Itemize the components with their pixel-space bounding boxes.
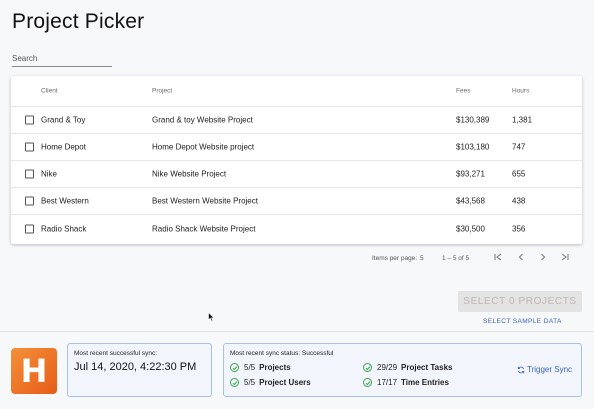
project-cell: Home Depot Website project (152, 142, 255, 152)
first-page-icon[interactable] (492, 252, 504, 265)
sync-stat-projects: 5/5 Projects (230, 363, 291, 372)
row-checkbox[interactable] (25, 115, 34, 125)
harvest-logo: H (11, 348, 57, 394)
client-cell: Best Western (41, 196, 89, 206)
stat-name: Project Tasks (401, 363, 453, 372)
sync-stat-time-entries: 17/17 Time Entries (363, 378, 449, 387)
sync-stat-project-users: 5/5 Project Users (230, 378, 311, 387)
client-cell: Grand & Toy (41, 115, 86, 125)
fees-cell: $43,568 (456, 196, 485, 206)
items-per-page-label: Items per page: (372, 255, 418, 262)
stat-name: Time Entries (401, 378, 449, 387)
page-range-label: 1 – 5 of 5 (442, 255, 470, 262)
stat-count: 5/5 (244, 363, 256, 372)
row-checkbox[interactable] (25, 224, 34, 233)
mouse-pointer-icon (208, 309, 215, 327)
search-input[interactable] (12, 52, 112, 67)
divider (0, 331, 594, 332)
column-header-client[interactable]: Client (41, 88, 58, 95)
select-sample-data-link[interactable]: SELECT SAMPLE DATA (483, 318, 562, 325)
fees-cell: $30,500 (456, 224, 485, 233)
table-row[interactable]: Grand & Toy Grand & toy Website Project … (11, 107, 582, 134)
project-cell: Radio Shack Website Project (152, 224, 256, 233)
row-checkbox[interactable] (25, 169, 34, 179)
sync-status-panel: Most recent sync status: Successful 5/5 … (223, 343, 582, 397)
table-row[interactable]: Nike Nike Website Project $93,271 655 (11, 161, 582, 188)
project-cell: Nike Website Project (152, 169, 227, 179)
last-sync-label: Most recent successful sync: (74, 350, 158, 357)
previous-page-icon[interactable] (515, 252, 527, 265)
check-circle-icon (230, 363, 239, 372)
stat-name: Projects (259, 363, 291, 372)
stat-count: 5/5 (244, 378, 256, 387)
next-page-icon[interactable] (537, 252, 549, 265)
hours-cell: 655 (512, 169, 526, 179)
select-projects-button[interactable]: SELECT 0 PROJECTS (458, 291, 582, 312)
paginator: Items per page: 5 1 – 5 of 5 (0, 252, 594, 266)
client-cell: Nike (41, 169, 58, 179)
last-sync-panel: Most recent successful sync: Jul 14, 202… (67, 343, 212, 397)
client-cell: Radio Shack (41, 224, 87, 233)
row-checkbox[interactable] (25, 196, 34, 206)
client-cell: Home Depot (41, 142, 86, 152)
table-header: Client Project Fees Hours (11, 76, 582, 107)
column-header-project[interactable]: Project (152, 88, 172, 95)
items-per-page-select[interactable]: 5 (420, 255, 424, 262)
check-circle-icon (363, 363, 372, 372)
check-circle-icon (363, 378, 372, 387)
table-row[interactable]: Best Western Best Western Website Projec… (11, 188, 582, 215)
hours-cell: 356 (512, 224, 526, 233)
trigger-sync-label: Trigger Sync (527, 365, 573, 374)
check-circle-icon (230, 378, 239, 387)
fees-cell: $130,389 (456, 115, 490, 125)
hours-cell: 1,381 (512, 115, 533, 125)
table-row[interactable]: Home Depot Home Depot Website project $1… (11, 134, 582, 161)
sync-icon (517, 366, 525, 373)
fees-cell: $93,271 (456, 169, 485, 179)
column-header-fees[interactable]: Fees (456, 88, 470, 95)
trigger-sync-button[interactable]: Trigger Sync (517, 365, 572, 374)
project-cell: Grand & toy Website Project (152, 115, 253, 125)
stat-name: Project Users (259, 378, 311, 387)
column-header-hours[interactable]: Hours (512, 88, 529, 95)
project-cell: Best Western Website Project (152, 196, 258, 206)
stat-count: 17/17 (377, 378, 398, 387)
hours-cell: 747 (512, 142, 526, 152)
last-sync-value: Jul 14, 2020, 4:22:30 PM (74, 361, 197, 373)
last-page-icon[interactable] (559, 252, 571, 265)
sync-status-label: Most recent sync status: Successful (230, 350, 334, 357)
fees-cell: $103,180 (456, 142, 490, 152)
sync-stat-project-tasks: 29/29 Project Tasks (363, 363, 452, 372)
projects-table: Client Project Fees Hours Grand & Toy Gr… (11, 76, 582, 244)
stat-count: 29/29 (377, 363, 398, 372)
row-checkbox[interactable] (25, 142, 34, 152)
hours-cell: 438 (512, 196, 526, 206)
page-title: Project Picker (12, 10, 145, 33)
table-row[interactable]: Radio Shack Radio Shack Website Project … (11, 215, 582, 242)
